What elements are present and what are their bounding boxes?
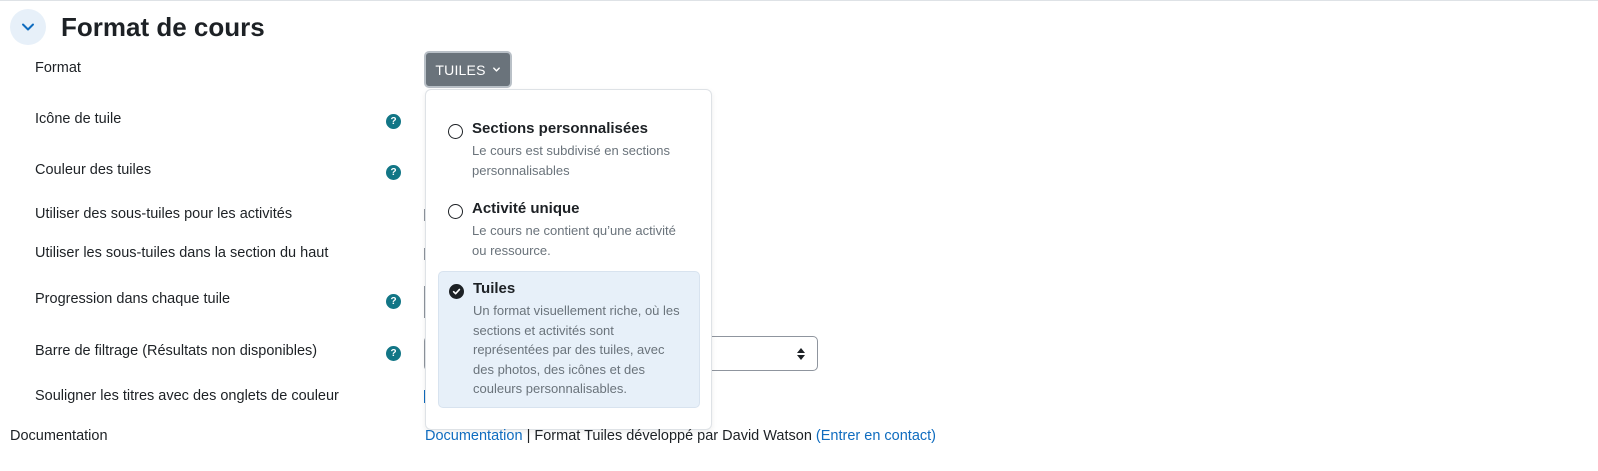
help-icon-tile-icon[interactable]: ? <box>386 114 401 129</box>
format-option-tiles[interactable]: Tuiles Un format visuellement riche, où … <box>438 271 700 408</box>
format-option-single-activity[interactable]: Activité unique Le cours ne contient qu’… <box>438 192 700 268</box>
page-title: Format de cours <box>61 11 265 42</box>
option-description: Le cours est subdivisé en sections perso… <box>472 143 670 178</box>
format-option-custom-sections[interactable]: Sections personnalisées Le cours est sub… <box>438 112 700 188</box>
chevron-down-icon <box>22 23 34 31</box>
collapse-section-button[interactable] <box>10 9 46 45</box>
developer-credit: Format Tuiles développé par David Watson <box>534 428 812 444</box>
option-title: Sections personnalisées <box>472 120 648 137</box>
option-title: Tuiles <box>473 280 516 297</box>
documentation-label: Documentation <box>10 428 108 444</box>
chevron-down-icon <box>492 67 500 72</box>
tile-color-label: Couleur des tuiles <box>35 162 152 178</box>
top-divider <box>0 0 1598 1</box>
radio-unchecked-icon <box>448 204 463 219</box>
option-description: Le cours ne contient qu’une activité ou … <box>472 223 676 258</box>
format-dropdown-button[interactable]: TUILES <box>424 51 512 88</box>
subtiles-top-label: Utiliser les sous-tuiles dans la section… <box>35 245 329 261</box>
radio-unchecked-icon <box>448 124 463 139</box>
progress-label: Progression dans chaque tuile <box>35 291 231 307</box>
tile-icon-label: Icône de tuile <box>35 111 122 127</box>
section-header: Format de cours <box>10 9 265 45</box>
option-title: Activité unique <box>472 200 580 217</box>
format-button-label: TUILES <box>435 61 486 78</box>
help-icon-tile-color[interactable]: ? <box>386 165 401 180</box>
documentation-link[interactable]: Documentation <box>425 428 523 444</box>
filter-bar-label: Barre de filtrage (Résultats non disponi… <box>35 343 318 359</box>
contact-link[interactable]: (Entrer en contact) <box>816 428 936 444</box>
help-icon-progress[interactable]: ? <box>386 294 401 309</box>
documentation-line: Documentation | Format Tuiles développé … <box>425 428 936 444</box>
underline-titles-label: Souligner les titres avec des onglets de… <box>35 388 339 404</box>
format-label: Format <box>35 60 81 76</box>
check-circle-icon <box>449 284 464 299</box>
separator: | <box>526 428 531 444</box>
subtiles-activities-label: Utiliser des sous-tuiles pour les activi… <box>35 206 293 222</box>
select-arrows-icon <box>797 348 805 360</box>
help-icon-filter-bar[interactable]: ? <box>386 346 401 361</box>
option-description: Un format visuellement riche, où les sec… <box>473 303 680 396</box>
format-dropdown-menu: Sections personnalisées Le cours est sub… <box>425 89 712 430</box>
